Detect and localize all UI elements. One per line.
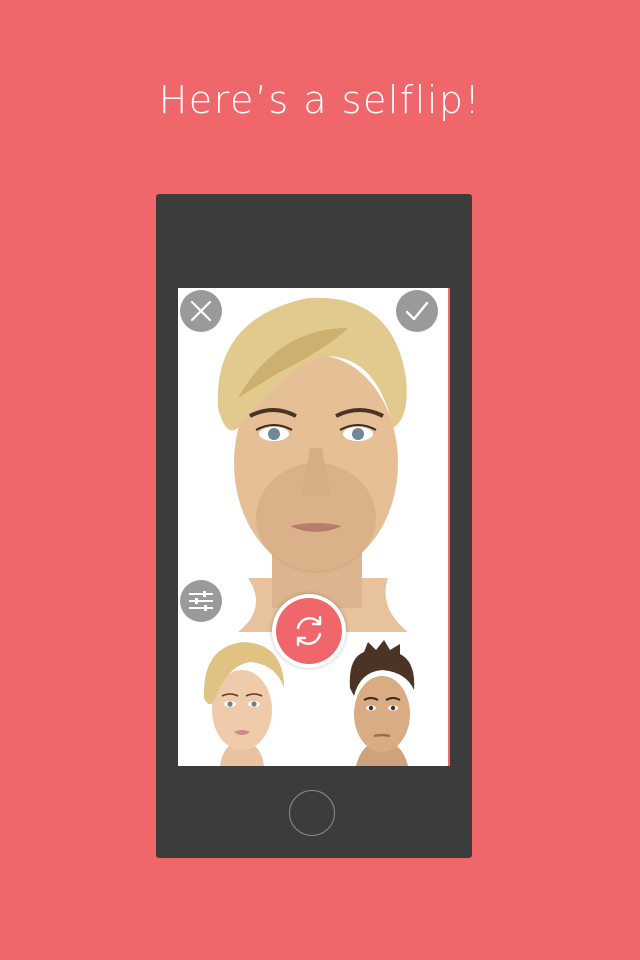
swapped-face-photo [178,288,450,632]
close-icon [190,300,212,322]
close-button[interactable] [180,290,222,332]
phone-mockup [156,194,472,858]
flip-faces-button[interactable] [272,594,346,668]
confirm-button[interactable] [396,290,438,332]
adjust-button[interactable] [180,580,222,622]
refresh-cycle-icon [296,615,322,647]
headline: Here’s a selflip! [158,78,482,122]
home-button[interactable] [289,790,335,836]
sliders-icon [189,591,213,611]
screen-edge-accent [448,288,450,766]
checkmark-icon [405,301,429,321]
phone-screen [178,288,450,766]
male-face-thumbnail[interactable] [334,638,430,766]
female-face-thumbnail[interactable] [192,638,292,766]
flip-button-face [276,598,342,664]
